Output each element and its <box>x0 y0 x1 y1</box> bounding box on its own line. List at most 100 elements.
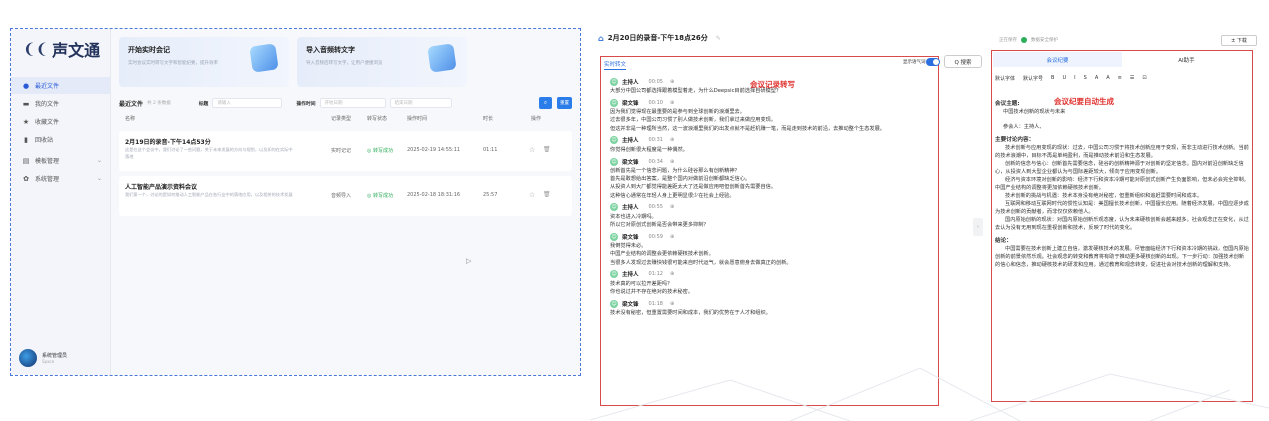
transcript-line[interactable]: 所以它对原创式创新是否会带来更多抑制？ <box>610 221 965 229</box>
nav-icon: ● <box>22 81 30 90</box>
annotation-minutes: 会议纪要自动生成 <box>1054 97 1114 106</box>
play-icon[interactable]: ⊕ <box>670 159 674 165</box>
transcript-line[interactable]: 我倒觉得未必。 <box>610 242 965 250</box>
tab-ai-assistant[interactable]: AI助手 <box>1122 52 1251 67</box>
transcript-line[interactable]: 创新首先是一个信念问题，为什么硅谷那么有创新精神？ <box>610 167 965 175</box>
row-type: 音频导入 <box>331 193 352 199</box>
recording-title: 2月20日的录音-下午18点26分 <box>607 34 708 42</box>
sidebar-item-2[interactable]: ★ 收藏文件 <box>11 113 110 130</box>
speaker-header: ☺ 主持人 00:31 ⊕ <box>610 135 965 146</box>
audio-upload-icon <box>427 43 457 73</box>
toolbar-button[interactable]: S <box>1084 75 1087 82</box>
toolbar-button[interactable]: 默认字号 <box>1023 75 1043 82</box>
reset-button[interactable]: 重置 <box>557 97 572 109</box>
trash-icon[interactable]: 🗑 <box>543 191 551 198</box>
summary-tabs: 会议纪要 AI助手 <box>993 52 1251 67</box>
section-text: 参会人：主持人、 <box>1003 124 1045 130</box>
transcript-line[interactable]: 这种信心通常在年轻人身上更明显很少在社会上经验。 <box>610 192 965 200</box>
transcript-line[interactable]: 从投资人到大厂都觉得能差距太大了还是做应用吧但创新首先需要自信。 <box>610 183 965 191</box>
minutes-content[interactable]: 会议主题: 中国技术创新的现状与未来 参会人：主持人、 主要讨论内容： 技术创新与应用变… <box>995 95 1249 400</box>
start-date-input[interactable]: 开始日期 <box>319 98 386 108</box>
play-icon[interactable]: ⊕ <box>670 234 674 240</box>
section-text: 中国需要在技术创新上建立自信，激发硬核技术的发展。尽管面临经济下行和资本冷期的挑… <box>995 246 1249 268</box>
transcript-line[interactable]: 技术没有秘密，但重置需要时间和成本，我们的优势在于人才和组织。 <box>610 309 965 317</box>
section-text: 创新的信念与信心：创新首先需要信念，硅谷的创新精神源于对创新的坚定信念。国内对前… <box>995 161 1244 175</box>
sidebar-item-5[interactable]: ✿ 系统管理 ⌄ <box>11 170 110 187</box>
download-button[interactable]: ± 下载 <box>1221 35 1257 46</box>
transcript-line[interactable]: 过去很多年，中国公司习惯了别人做技术创新，我们拿过来做应用变现。 <box>610 116 965 124</box>
nav-icon: ✿ <box>23 174 29 183</box>
logo: ❨❨ 声文通 <box>23 37 100 61</box>
edit-icon[interactable]: ✎ <box>716 35 721 42</box>
transcript-line[interactable]: 因为我们觉得现在最重要的是参与到全球创新的浪潮里去。 <box>610 108 965 116</box>
speaker-header: ☺ 梁文锋 00:59 ⊕ <box>610 231 965 242</box>
toolbar-button[interactable]: ☰ <box>1130 75 1134 82</box>
title-filter-input[interactable]: 请输入 <box>212 98 283 108</box>
home-icon[interactable]: ⌂ <box>598 34 604 43</box>
security-shield-icon <box>1021 37 1027 43</box>
speaker-header: ☺ 梁文锋 00:34 ⊕ <box>610 156 965 167</box>
end-date-input[interactable]: 结束日期 <box>389 98 452 108</box>
mouse-cursor-icon: ▷ <box>466 257 472 265</box>
user-profile[interactable]: 系统管理员 Space <box>19 349 67 367</box>
transcript-line[interactable]: 你也说过并不存在绝对的技术秘密。 <box>610 288 965 296</box>
transcript-line[interactable]: 当很多人发现过去赚快钱很可能来自时代运气，就会愿意俯身去做真正的创新。 <box>610 259 965 267</box>
timestamp: 00:59 <box>648 233 663 240</box>
toolbar-button[interactable]: U <box>1062 75 1066 82</box>
col-action: 操作 <box>531 116 542 122</box>
play-icon[interactable]: ⊕ <box>670 271 674 277</box>
play-icon[interactable]: ⊕ <box>670 204 674 210</box>
speaker-avatar-icon: ☺ <box>610 232 618 241</box>
transcript-line[interactable]: 资本也进入冷期吗。 <box>610 213 965 221</box>
star-icon[interactable]: ☆ <box>529 146 535 154</box>
tab-realtime-transcript[interactable]: 实时转文 <box>604 60 627 70</box>
speaker-name: 主持人 <box>622 138 639 145</box>
col-duration: 时长 <box>483 116 494 122</box>
search-button[interactable]: ⌕ <box>539 97 552 109</box>
transcript-search-button[interactable]: Q 搜索 <box>944 55 982 68</box>
play-icon[interactable]: ⊕ <box>670 100 674 106</box>
play-icon[interactable]: ⊕ <box>670 79 674 85</box>
table-row[interactable]: 2月19日的录音-下午14点53分 这是在这个会议中，我们讨论了一些问题，关于未来… <box>119 131 572 171</box>
toolbar-button[interactable]: B <box>1051 75 1054 82</box>
play-icon[interactable]: ⊕ <box>670 137 674 143</box>
action-card-0[interactable]: 开始实时会记 实时会议实时转写文字和智能纪要，提升效率 <box>119 37 289 87</box>
annotation-transcript: 会议记录转写 <box>750 80 795 89</box>
collapse-panel-icon[interactable]: › <box>973 218 983 236</box>
tab-meeting-minutes[interactable]: 会议纪要 <box>993 52 1122 67</box>
filler-words-label: 显示语气词 <box>903 60 926 65</box>
timestamp: 00:34 <box>648 158 663 165</box>
section-text: 互联网和移动互联网时代的惯性认知是：美国擅长技术创新，中国擅长应用。随着经济发展… <box>995 201 1249 215</box>
toolbar-button[interactable]: A <box>1095 75 1098 82</box>
toolbar-button[interactable]: A <box>1106 75 1109 82</box>
sidebar-item-4[interactable]: ▤ 模板管理 ⌄ <box>11 152 110 169</box>
toolbar-button[interactable]: I <box>1074 75 1075 82</box>
play-icon[interactable]: ⊕ <box>670 301 674 307</box>
transcript-line[interactable]: 你觉得创新很大程度是一种偶然。 <box>610 146 965 154</box>
table-header: 名称 记录类型 转写状态 操作时间 时长 操作 <box>119 115 572 127</box>
sidebar-item-3[interactable]: ▮ 回收站 <box>11 131 110 148</box>
section-heading: 结论： <box>995 238 1012 244</box>
transcript-panel: ⌂ 2月20日的录音-下午18点26分 ✎ 实时转文 显示语气词 Q 搜索 ☺ 主… <box>590 0 985 421</box>
toolbar-button[interactable]: ⊡ <box>1142 75 1146 82</box>
transcript-line[interactable]: 中国产业结构的调整会更依赖硬核技术创新。 <box>610 250 965 258</box>
transcript-line[interactable]: 首先是敢想给出答案，是整个国内对做前沿创新都缺乏信心。 <box>610 175 965 183</box>
sidebar-item-1[interactable]: ▬ 我的文件 <box>11 95 110 112</box>
sidebar-item-0[interactable]: ● 最近文件 <box>11 77 110 94</box>
filler-words-toggle[interactable] <box>926 58 940 66</box>
timestamp: 01:12 <box>648 271 663 278</box>
star-icon[interactable]: ☆ <box>529 191 535 199</box>
nav-icon: ▤ <box>22 156 30 165</box>
transcript-line[interactable]: 技术真的可以拉开差距吗？ <box>610 280 965 288</box>
table-row[interactable]: 人工智能产品演示资料会议 我们第一个，讨论的是如何推动人工智能产品在各行业中的落地… <box>119 176 572 216</box>
row-duration: 25:57 <box>483 192 498 198</box>
user-name: 系统管理员 <box>42 353 68 359</box>
sidebar-item-label: 收藏文件 <box>35 119 60 126</box>
trash-icon[interactable]: 🗑 <box>543 146 551 153</box>
toolbar-button[interactable]: ≡ <box>1118 75 1122 82</box>
transcript-line[interactable]: 但这并非是一种理所当然，这一波浪潮里我们的出发点就不是赶机赚一笔，而是走到技术的… <box>610 125 965 133</box>
action-card-1[interactable]: 导入音频转文字 导入音频后转写文字，让用户便捷浏览 <box>297 37 467 87</box>
toolbar-button[interactable]: 默认字体 <box>995 75 1015 82</box>
logo-text: 声文通 <box>52 41 101 60</box>
speaker-avatar-icon: ☺ <box>610 299 618 308</box>
